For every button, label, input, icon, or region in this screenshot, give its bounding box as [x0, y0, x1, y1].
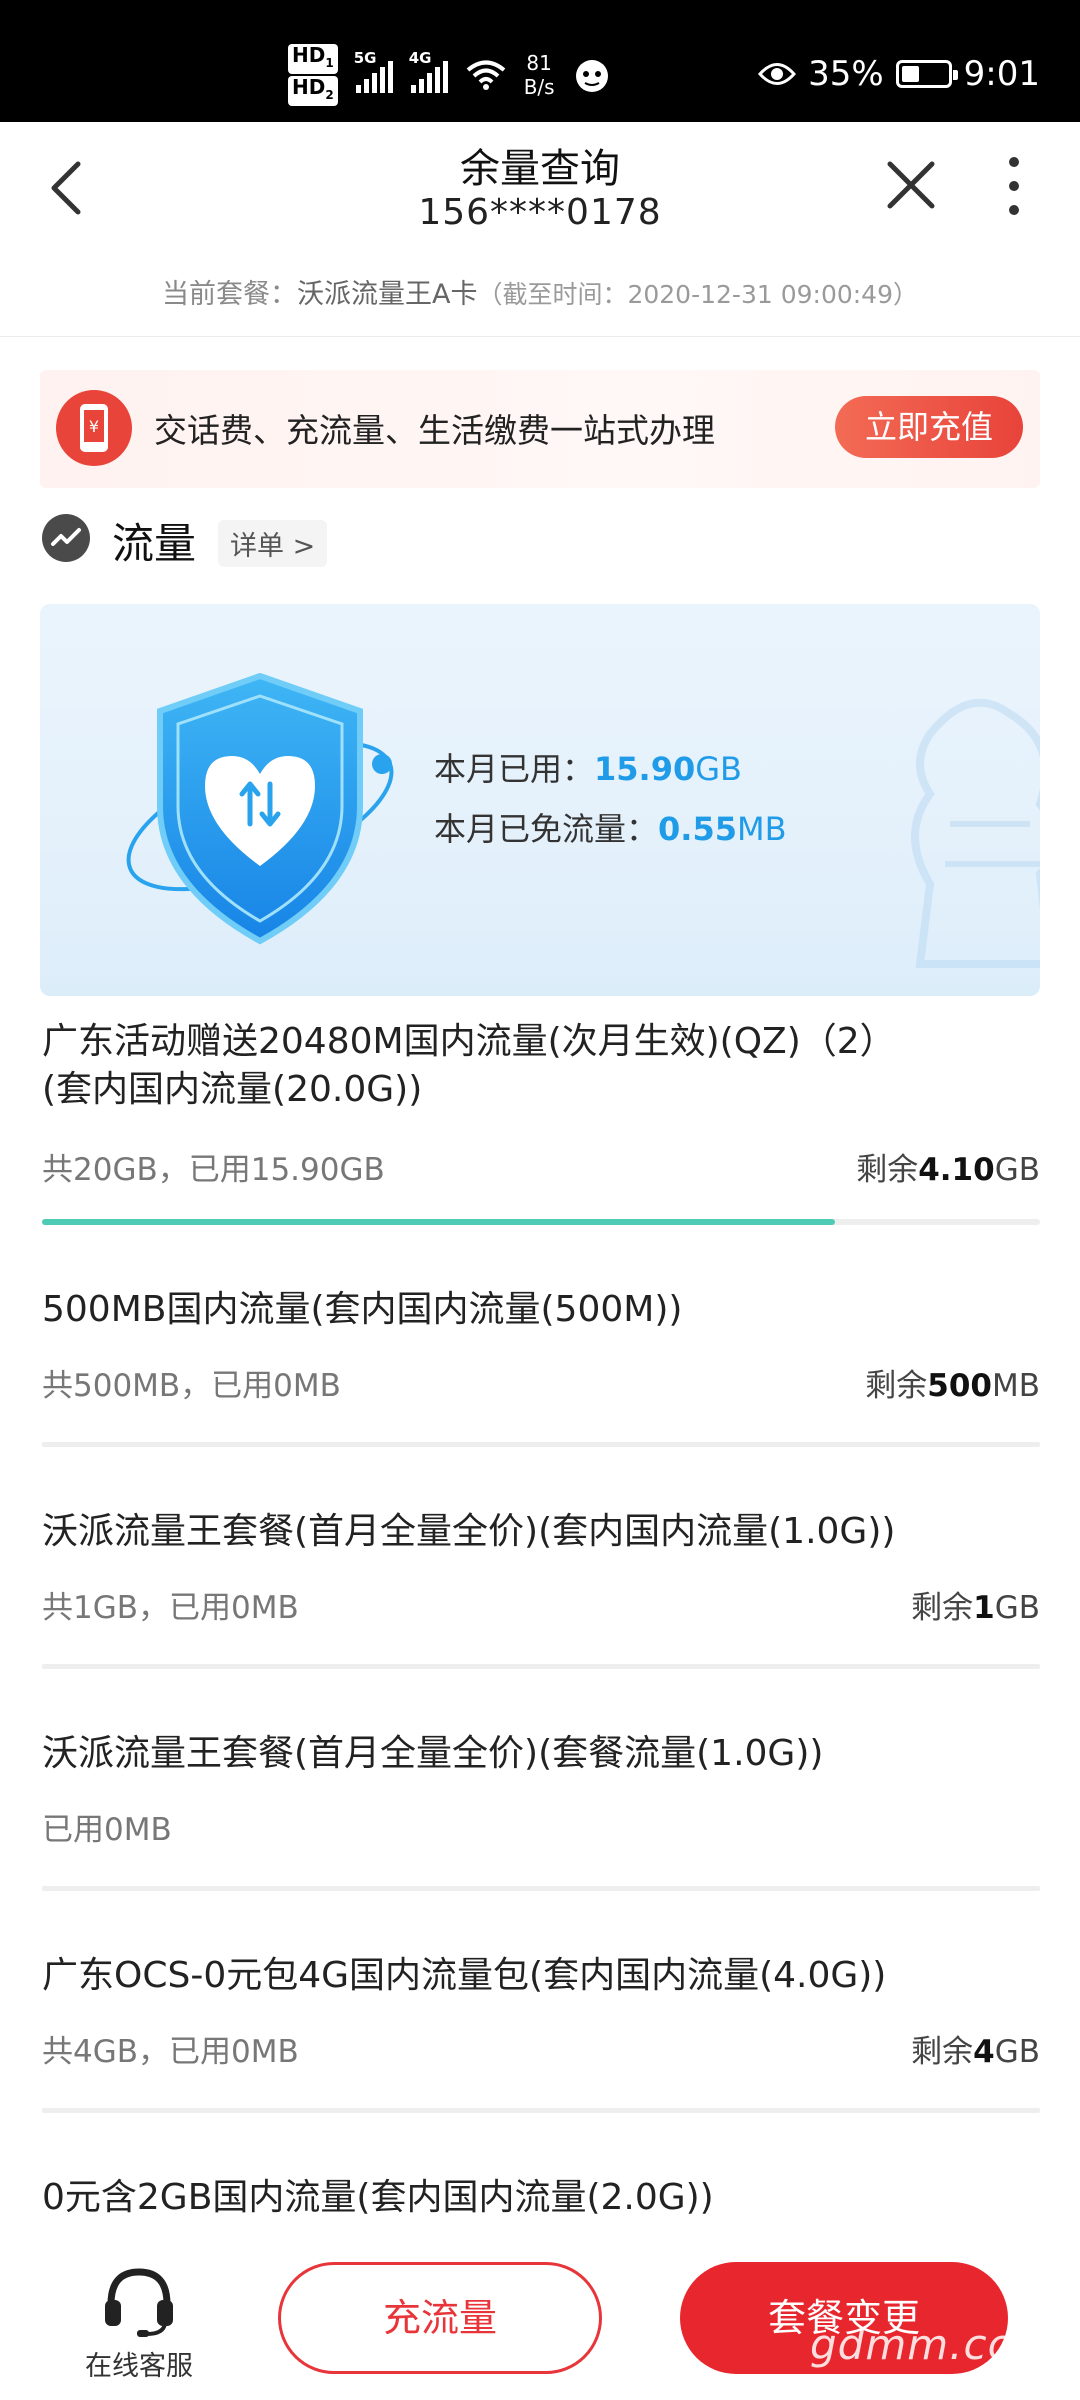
promo-text: 交话费、充流量、生活缴费一站式办理	[154, 411, 715, 450]
plan-name: 沃派流量王A卡	[296, 279, 478, 310]
svg-text:¥: ¥	[89, 417, 99, 436]
divider	[42, 2108, 1040, 2113]
package-remaining: 剩余1GB	[911, 1590, 1040, 1626]
package-name: 500MB国内流量(套内国内流量(500M))	[42, 1289, 683, 1330]
monthly-free-traffic: 本月已免流量：0.55MB	[434, 810, 787, 848]
more-menu-icon[interactable]	[996, 154, 1032, 218]
status-bar: HD1 HD2 5G 4G 81 B/s 35% 9:01	[0, 0, 1080, 122]
divider	[42, 1886, 1040, 1891]
online-service-button[interactable]: 在线客服	[64, 2264, 214, 2383]
battery-icon	[895, 60, 958, 88]
package-name: 广东活动赠送20480M国内流量(次月生效)(QZ)（2） (套内国内流量(20…	[42, 1021, 896, 1110]
divider	[42, 1664, 1040, 1669]
recharge-now-button[interactable]: 立即充值	[835, 396, 1023, 458]
detail-link[interactable]: 详单 >	[218, 520, 328, 567]
package-remaining: 剩余4GB	[911, 2034, 1040, 2070]
list-item[interactable]: 广东活动赠送20480M国内流量(次月生效)(QZ)（2） (套内国内流量(20…	[42, 1018, 1040, 1192]
list-item[interactable]: 沃派流量王套餐(首月全量全价)(套餐流量(1.0G)) 已用0MB	[42, 1730, 1040, 1852]
page-header: 余量查询 156****0178 当前套餐：沃派流量王A卡（截至时间：2020-…	[0, 122, 1080, 337]
divider	[42, 1442, 1040, 1447]
bottom-action-bar: 在线客服 充流量 套餐变更 gdmm.com	[0, 2240, 1080, 2400]
package-remaining: 剩余4.10GB	[856, 1152, 1040, 1188]
package-name: 沃派流量王套餐(首月全量全价)(套内国内流量(1.0G))	[42, 1511, 896, 1552]
eye-comfort-icon	[758, 63, 797, 85]
package-usage: 共4GB，已用0MB	[42, 2034, 299, 2070]
package-usage: 已用0MB	[42, 1812, 172, 1848]
online-service-label: 在线客服	[85, 2351, 193, 2382]
battery-percent: 35%	[808, 54, 884, 94]
mascot-watermark-icon	[911, 698, 1040, 968]
package-usage: 共20GB，已用15.90GB	[42, 1152, 385, 1188]
package-name: 0元含2GB国内流量(套内国内流量(2.0G))	[42, 2177, 714, 2218]
recharge-promo-banner[interactable]: ¥ 交话费、充流量、生活缴费一站式办理 立即充值	[40, 370, 1040, 488]
package-remaining: 剩余500MB	[865, 1368, 1040, 1404]
hd2-icon: HD2	[288, 76, 338, 106]
signal-4g-icon: 4G	[409, 49, 448, 93]
traffic-section-title: 流量	[112, 519, 197, 568]
package-usage: 共500MB，已用0MB	[42, 1368, 341, 1404]
usage-progress-fill	[42, 1219, 836, 1225]
close-icon[interactable]	[878, 152, 944, 218]
plan-label: 当前套餐：	[161, 279, 297, 310]
hd-voice-icons: HD1 HD2	[288, 44, 338, 106]
list-item[interactable]: 500MB国内流量(套内国内流量(500M)) 共500MB，已用0MB 剩余5…	[42, 1286, 1040, 1408]
clock: 9:01	[963, 54, 1040, 94]
current-plan-info: 当前套餐：沃派流量王A卡（截至时间：2020-12-31 09:00:49）	[0, 272, 1080, 311]
wifi-icon	[466, 60, 505, 90]
plan-timestamp: （截至时间：2020-12-31 09:00:49）	[477, 280, 918, 309]
hd1-icon: HD1	[288, 44, 338, 74]
list-item[interactable]: 广东OCS-0元包4G国内流量包(套内国内流量(4.0G)) 共4GB，已用0M…	[42, 1952, 1040, 2074]
usage-summary-card: 本月已用：15.90GB 本月已免流量：0.55MB	[40, 604, 1040, 996]
package-usage: 共1GB，已用0MB	[42, 1590, 299, 1626]
recharge-traffic-button[interactable]: 充流量	[278, 2262, 602, 2374]
usage-progress-bar	[42, 1219, 1040, 1225]
site-watermark: gdmm.com	[810, 2320, 1057, 2369]
network-speed: 81 B/s	[523, 51, 555, 99]
security-shield-icon	[126, 672, 394, 945]
signal-5g-icon: 5G	[354, 49, 393, 93]
traffic-trend-icon	[42, 514, 90, 562]
package-name: 沃派流量王套餐(首月全量全价)(套餐流量(1.0G))	[42, 1733, 824, 1774]
package-name: 广东OCS-0元包4G国内流量包(套内国内流量(4.0G))	[42, 1955, 887, 1996]
headset-icon	[105, 2268, 173, 2337]
list-item[interactable]: 沃派流量王套餐(首月全量全价)(套内国内流量(1.0G)) 共1GB，已用0MB…	[42, 1508, 1040, 1630]
phone-recharge-icon: ¥	[56, 390, 132, 466]
monthly-used: 本月已用：15.90GB	[434, 750, 742, 788]
list-item[interactable]: 0元含2GB国内流量(套内国内流量(2.0G))	[42, 2174, 1040, 2222]
app-notification-icon	[575, 60, 608, 92]
traffic-section-header: 流量 详单 >	[40, 510, 1040, 570]
